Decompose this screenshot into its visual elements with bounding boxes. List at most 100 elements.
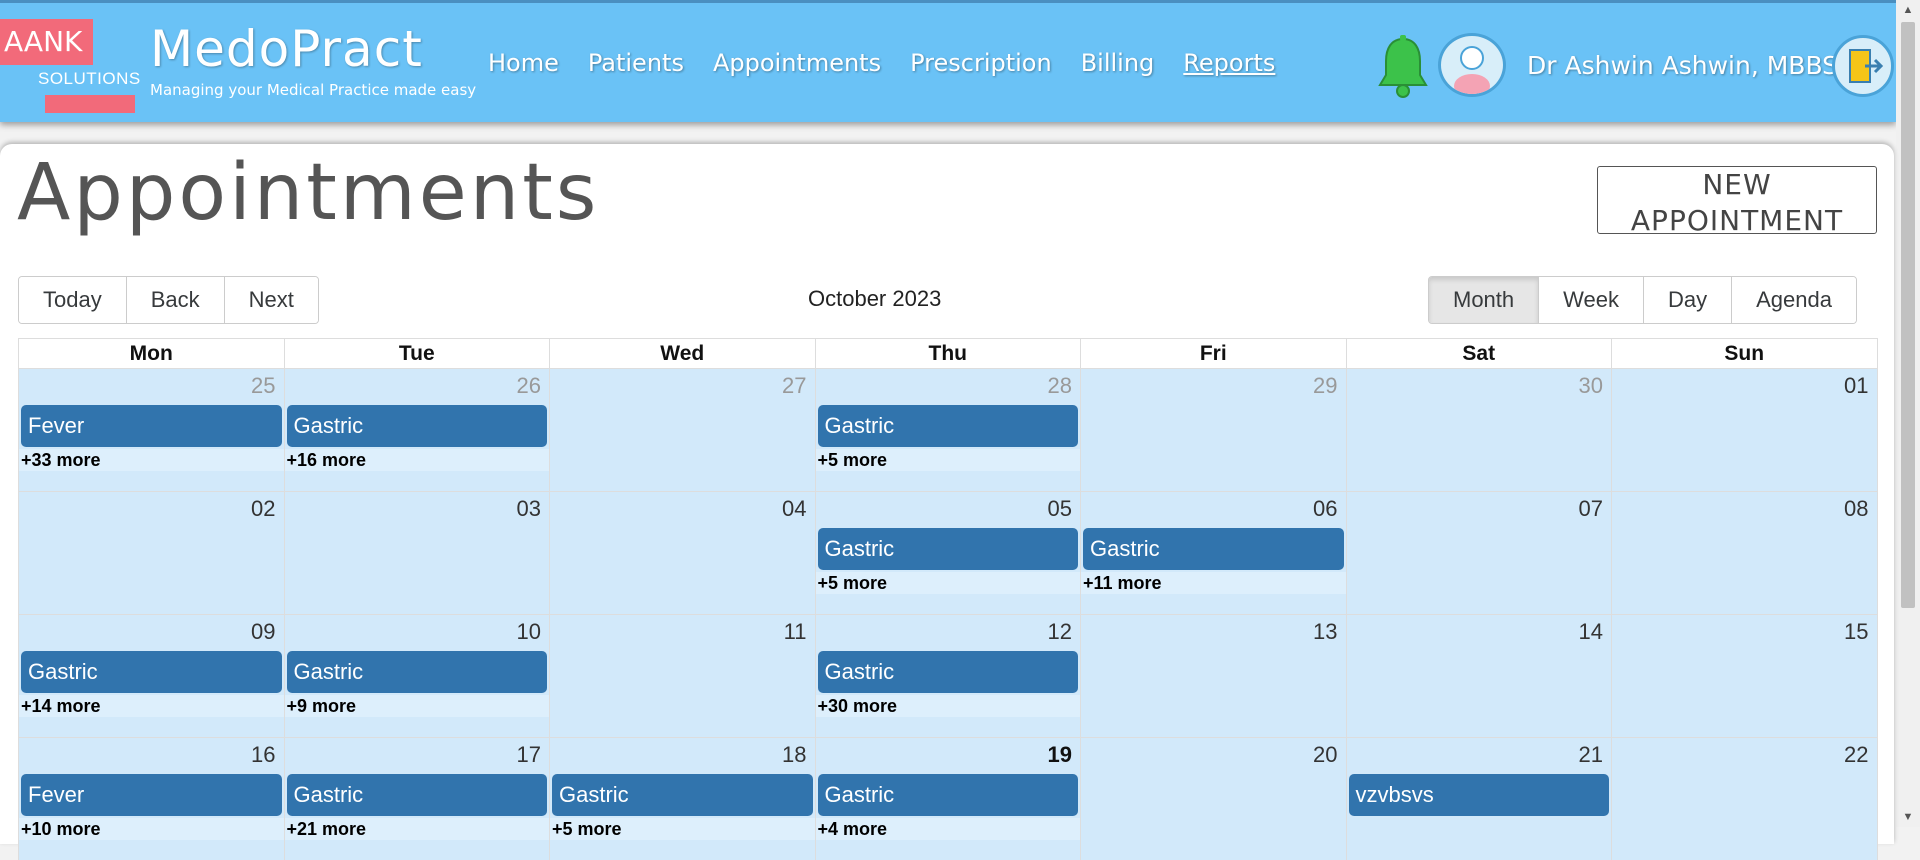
view-month-button[interactable]: Month <box>1429 277 1540 323</box>
nav-patients[interactable]: Patients <box>588 49 684 77</box>
nav-billing[interactable]: Billing <box>1081 49 1155 77</box>
day-cell[interactable]: 11 <box>550 615 816 737</box>
day-cell[interactable]: 14 <box>1346 615 1612 737</box>
day-cell[interactable]: 16 Fever +10 more <box>19 738 285 860</box>
nav-prescription[interactable]: Prescription <box>910 49 1052 77</box>
show-more-link[interactable]: +5 more <box>815 449 1080 471</box>
show-more-link[interactable]: +14 more <box>19 695 284 717</box>
day-cell[interactable]: 19 Gastric +4 more <box>815 738 1081 860</box>
day-number[interactable]: 22 <box>1844 742 1868 768</box>
day-cell[interactable]: 27 <box>550 369 816 491</box>
day-number[interactable]: 14 <box>1579 619 1603 645</box>
show-more-link[interactable]: +5 more <box>550 818 815 840</box>
view-week-button[interactable]: Week <box>1539 277 1644 323</box>
day-cell[interactable]: 18 Gastric +5 more <box>550 738 816 860</box>
show-more-link[interactable]: +11 more <box>1081 572 1346 594</box>
day-cell[interactable]: 15 <box>1612 615 1878 737</box>
appointment-event[interactable]: Gastric <box>1083 528 1344 570</box>
scroll-up-icon[interactable]: ▲ <box>1896 0 1920 20</box>
day-number[interactable]: 10 <box>517 619 541 645</box>
day-cell[interactable]: 03 <box>284 492 550 614</box>
day-cell[interactable]: 20 <box>1081 738 1347 860</box>
day-number[interactable]: 08 <box>1844 496 1868 522</box>
day-number[interactable]: 06 <box>1313 496 1337 522</box>
day-number[interactable]: 21 <box>1579 742 1603 768</box>
day-number[interactable]: 03 <box>517 496 541 522</box>
day-number[interactable]: 07 <box>1579 496 1603 522</box>
day-number[interactable]: 01 <box>1844 373 1868 399</box>
day-number[interactable]: 02 <box>251 496 275 522</box>
day-cell[interactable]: 08 <box>1612 492 1878 614</box>
next-button[interactable]: Next <box>224 277 318 323</box>
show-more-link[interactable]: +4 more <box>815 818 1080 840</box>
view-day-button[interactable]: Day <box>1644 277 1733 323</box>
day-cell[interactable]: 06 Gastric +11 more <box>1081 492 1347 614</box>
page-scrollbar[interactable]: ▲ ▼ <box>1896 0 1920 827</box>
day-cell[interactable]: 10 Gastric +9 more <box>284 615 550 737</box>
day-number[interactable]: 04 <box>782 496 806 522</box>
doctor-name[interactable]: Dr Ashwin Ashwin, MBBS <box>1527 51 1838 80</box>
appointment-event[interactable]: Gastric <box>817 405 1078 447</box>
back-button[interactable]: Back <box>126 277 225 323</box>
day-cell[interactable]: 09 Gastric +14 more <box>19 615 285 737</box>
day-cell[interactable]: 21 vzvbsvs <box>1346 738 1612 860</box>
show-more-link[interactable]: +5 more <box>815 572 1080 594</box>
company-logo[interactable]: AANK SOLUTIONS <box>0 19 140 113</box>
appointment-event[interactable]: Gastric <box>286 405 547 447</box>
show-more-link[interactable]: +33 more <box>19 449 284 471</box>
day-cell[interactable]: 05 Gastric +5 more <box>815 492 1081 614</box>
day-cell[interactable]: 26 Gastric +16 more <box>284 369 550 491</box>
scroll-down-icon[interactable]: ▼ <box>1896 807 1920 827</box>
appointment-event[interactable]: Gastric <box>286 774 547 816</box>
day-cell[interactable]: 28 Gastric +5 more <box>815 369 1081 491</box>
scroll-thumb[interactable] <box>1901 22 1915 608</box>
show-more-link[interactable]: +21 more <box>284 818 549 840</box>
day-number[interactable]: 30 <box>1579 373 1603 399</box>
nav-reports[interactable]: Reports <box>1183 49 1275 77</box>
appointment-event[interactable]: Gastric <box>817 651 1078 693</box>
day-cell[interactable]: 07 <box>1346 492 1612 614</box>
bell-icon[interactable] <box>1376 35 1430 99</box>
day-number[interactable]: 16 <box>251 742 275 768</box>
day-number[interactable]: 05 <box>1048 496 1072 522</box>
appointment-event[interactable]: vzvbsvs <box>1348 774 1609 816</box>
user-avatar-icon[interactable] <box>1438 33 1506 97</box>
day-cell[interactable]: 25 Fever +33 more <box>19 369 285 491</box>
nav-appointments[interactable]: Appointments <box>713 49 881 77</box>
day-number[interactable]: 18 <box>782 742 806 768</box>
appointment-event[interactable]: Gastric <box>286 651 547 693</box>
day-number[interactable]: 15 <box>1844 619 1868 645</box>
appointment-event[interactable]: Fever <box>21 405 282 447</box>
day-number[interactable]: 25 <box>251 373 275 399</box>
day-number[interactable]: 26 <box>517 373 541 399</box>
show-more-link[interactable]: +30 more <box>815 695 1080 717</box>
appointment-event[interactable]: Fever <box>21 774 282 816</box>
view-agenda-button[interactable]: Agenda <box>1732 277 1856 323</box>
day-number[interactable]: 17 <box>517 742 541 768</box>
nav-home[interactable]: Home <box>488 49 559 77</box>
day-number[interactable]: 19 <box>1048 742 1072 768</box>
day-cell[interactable]: 13 <box>1081 615 1347 737</box>
new-appointment-button[interactable]: NEW APPOINTMENT <box>1597 166 1877 237</box>
day-number[interactable]: 13 <box>1313 619 1337 645</box>
day-number[interactable]: 09 <box>251 619 275 645</box>
appointment-event[interactable]: Gastric <box>817 774 1078 816</box>
day-cell[interactable]: 12 Gastric +30 more <box>815 615 1081 737</box>
today-button[interactable]: Today <box>19 277 127 323</box>
day-cell[interactable]: 01 <box>1612 369 1878 491</box>
day-cell[interactable]: 02 <box>19 492 285 614</box>
show-more-link[interactable]: +10 more <box>19 818 284 840</box>
day-number[interactable]: 27 <box>782 373 806 399</box>
day-cell[interactable]: 29 <box>1081 369 1347 491</box>
day-number[interactable]: 12 <box>1048 619 1072 645</box>
day-number[interactable]: 28 <box>1048 373 1072 399</box>
day-cell[interactable]: 04 <box>550 492 816 614</box>
day-cell[interactable]: 17 Gastric +21 more <box>284 738 550 860</box>
logout-door-icon[interactable] <box>1832 35 1894 97</box>
show-more-link[interactable]: +9 more <box>284 695 549 717</box>
day-cell[interactable]: 30 <box>1346 369 1612 491</box>
appointment-event[interactable]: Gastric <box>552 774 813 816</box>
show-more-link[interactable]: +16 more <box>284 449 549 471</box>
day-number[interactable]: 29 <box>1313 373 1337 399</box>
appointment-event[interactable]: Gastric <box>21 651 282 693</box>
